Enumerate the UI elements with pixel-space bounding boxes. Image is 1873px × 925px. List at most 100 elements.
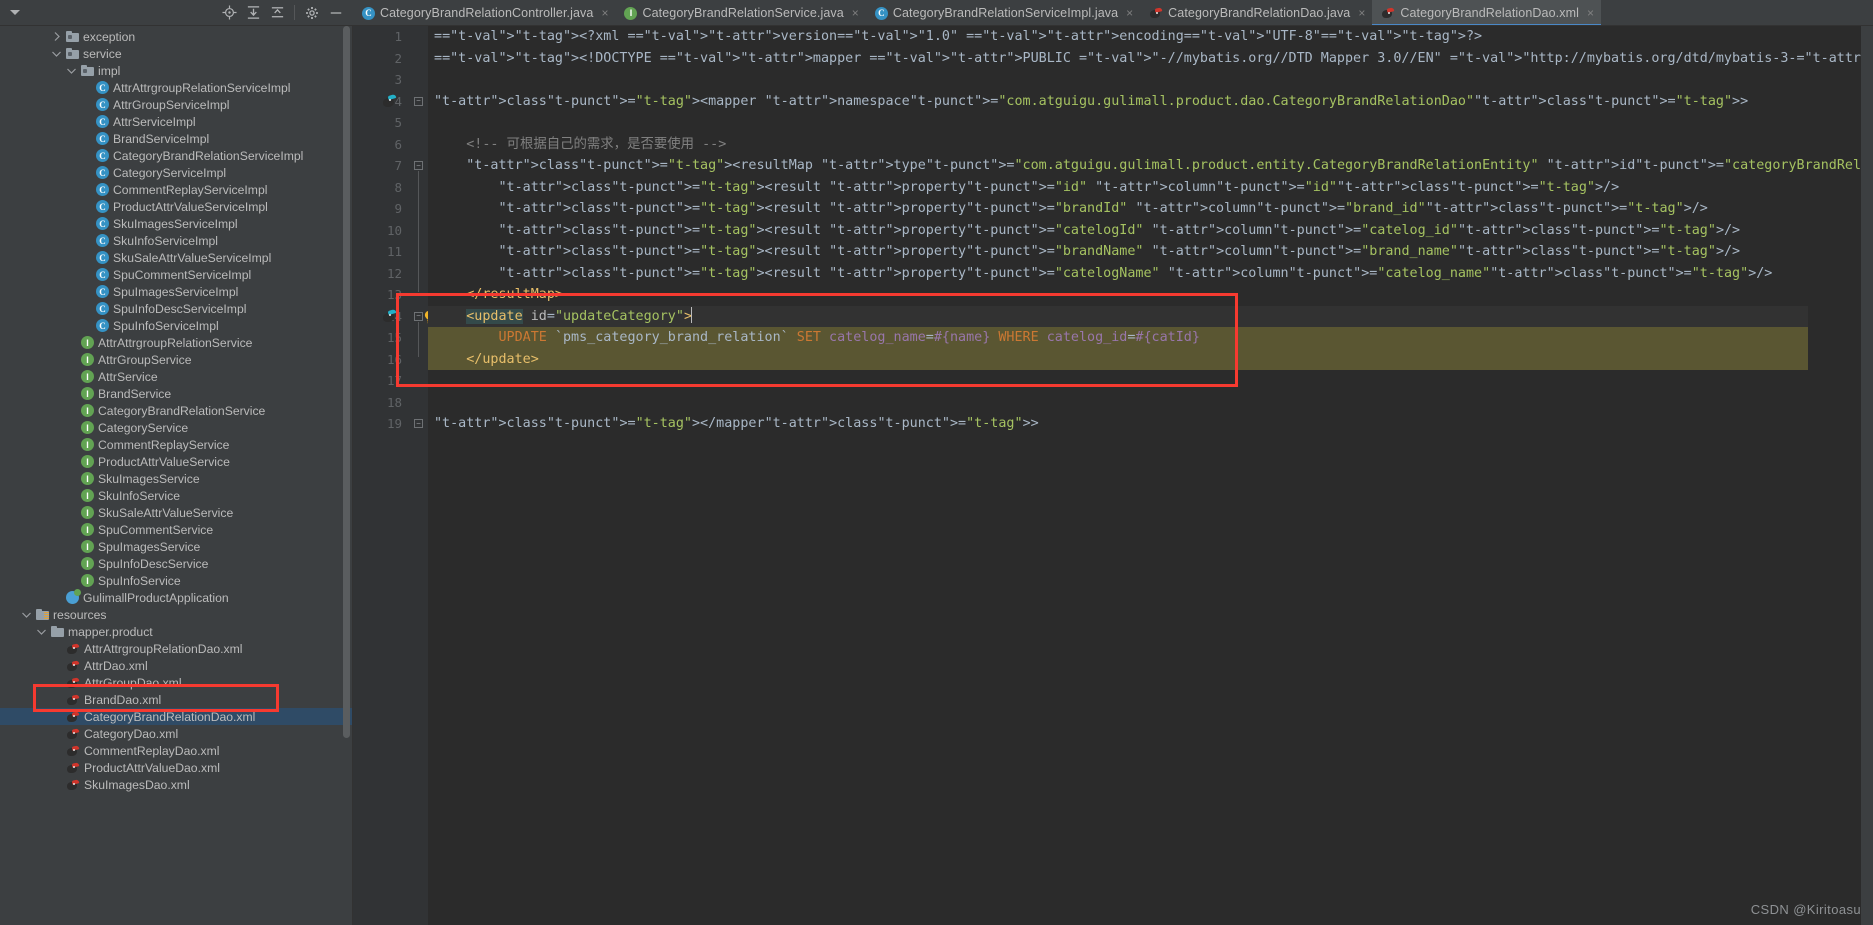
tree-node[interactable]: C AttrServiceImpl <box>0 113 352 130</box>
tree-node[interactable]: I CategoryService <box>0 419 352 436</box>
project-tree[interactable]: exception service impl C AttrAttrgroupRelati… <box>0 26 353 925</box>
editor-code-area[interactable]: =="t-val">"t-tag"><?xml =="t-val">"t-att… <box>428 26 1861 925</box>
tree-node[interactable]: C SkuSaleAttrValueServiceImpl <box>0 249 352 266</box>
project-tree-scrollbar[interactable] <box>343 26 350 738</box>
editor-fold-column[interactable]: − − − − <box>410 26 435 925</box>
chevron-right-icon[interactable] <box>51 32 62 41</box>
code-line-15[interactable]: UPDATE `pms_category_brand_relation` SET… <box>428 327 1808 349</box>
tree-node[interactable]: service <box>0 45 352 62</box>
tree-node[interactable]: C SpuImagesServiceImpl <box>0 283 352 300</box>
code-line-17[interactable] <box>428 370 1861 392</box>
hide-window-icon[interactable] <box>325 2 347 24</box>
tree-node[interactable]: GulimallProductApplication <box>0 589 352 606</box>
chevron-down-icon[interactable] <box>51 51 62 57</box>
editor-tab-categorybrandrelationserviceimpl-java[interactable]: C CategoryBrandRelationServiceImpl.java × <box>866 0 1140 25</box>
editor-gutter[interactable]: 1 2 3 4 5 6 7 8 9 10 11 12 13 14 15 16 17 18 19 <box>353 26 410 925</box>
code-line-8[interactable]: "t-attr">class"t-punct">="t-tag"><result… <box>428 177 1861 199</box>
tree-node-selected[interactable]: CategoryBrandRelationDao.xml <box>0 708 352 725</box>
mybatis-statement-gutter-icon[interactable] <box>381 308 397 325</box>
tree-node[interactable]: I SkuInfoService <box>0 487 352 504</box>
tree-node[interactable]: BrandDao.xml <box>0 691 352 708</box>
tree-node[interactable]: I SkuImagesService <box>0 470 352 487</box>
code-line-14[interactable]: <update id="updateCategory"> <box>428 305 1808 327</box>
editor-tab-categorybrandrelationdao-java[interactable]: CategoryBrandRelationDao.java × <box>1140 0 1372 25</box>
expand-all-icon[interactable] <box>242 2 264 24</box>
tree-node[interactable]: I CategoryBrandRelationService <box>0 402 352 419</box>
code-line-18[interactable] <box>428 392 1861 414</box>
code-line-1[interactable]: =="t-val">"t-tag"><?xml =="t-val">"t-att… <box>428 26 1861 48</box>
tree-node[interactable]: mapper.product <box>0 623 352 640</box>
interface-icon: I <box>624 6 638 20</box>
close-icon[interactable]: × <box>1358 6 1365 20</box>
fold-marker-mapper[interactable]: − <box>414 96 423 106</box>
chevron-down-icon[interactable] <box>66 68 77 74</box>
tree-node[interactable]: AttrDao.xml <box>0 657 352 674</box>
fold-marker-resultmap[interactable]: − <box>414 161 423 170</box>
locate-file-icon[interactable] <box>218 2 240 24</box>
tree-node[interactable]: SkuImagesDao.xml <box>0 776 352 793</box>
tree-node[interactable]: C AttrGroupServiceImpl <box>0 96 352 113</box>
chevron-down-icon[interactable] <box>21 612 32 618</box>
editor-tab-categorybrandrelationdao-xml[interactable]: CategoryBrandRelationDao.xml × <box>1372 0 1601 25</box>
tree-node[interactable]: I AttrService <box>0 368 352 385</box>
tree-node[interactable]: I SpuImagesService <box>0 538 352 555</box>
tree-node[interactable]: AttrGroupDao.xml <box>0 674 352 691</box>
tree-node[interactable]: I ProductAttrValueService <box>0 453 352 470</box>
tree-node[interactable]: exception <box>0 28 352 45</box>
tree-node[interactable]: I BrandService <box>0 385 352 402</box>
editor[interactable]: 1 2 3 4 5 6 7 8 9 10 11 12 13 14 15 16 17 18 19 − − − − =="t-… <box>353 26 1873 925</box>
tree-node[interactable]: I SkuSaleAttrValueService <box>0 504 352 521</box>
mybatis-mapper-gutter-icon[interactable] <box>381 93 397 110</box>
code-line-4[interactable]: "t-attr">class"t-punct">="t-tag"><mapper… <box>428 91 1861 113</box>
collapse-all-icon[interactable] <box>266 2 288 24</box>
code-line-9[interactable]: "t-attr">class"t-punct">="t-tag"><result… <box>428 198 1861 220</box>
code-line-13[interactable]: </resultMap> <box>428 284 1861 306</box>
code-line-19[interactable]: "t-attr">class"t-punct">="t-tag"></mappe… <box>428 413 1861 435</box>
tree-node[interactable]: C BrandServiceImpl <box>0 130 352 147</box>
tree-node[interactable]: ProductAttrValueDao.xml <box>0 759 352 776</box>
tree-node[interactable]: C ProductAttrValueServiceImpl <box>0 198 352 215</box>
code-line-3[interactable] <box>428 69 1861 91</box>
tree-node[interactable]: C SpuInfoServiceImpl <box>0 317 352 334</box>
code-line-11[interactable]: "t-attr">class"t-punct">="t-tag"><result… <box>428 241 1861 263</box>
close-icon[interactable]: × <box>1126 6 1133 20</box>
code-line-5[interactable] <box>428 112 1861 134</box>
tree-node[interactable]: I SpuInfoService <box>0 572 352 589</box>
tree-node[interactable]: I SpuInfoDescService <box>0 555 352 572</box>
tree-node[interactable]: CategoryDao.xml <box>0 725 352 742</box>
code-line-12[interactable]: "t-attr">class"t-punct">="t-tag"><result… <box>428 263 1861 285</box>
tree-node[interactable]: C SkuInfoServiceImpl <box>0 232 352 249</box>
tree-node[interactable]: C SpuInfoDescServiceImpl <box>0 300 352 317</box>
code-line-2[interactable]: =="t-val">"t-tag"><!DOCTYPE =="t-val">"t… <box>428 48 1861 70</box>
code-line-16[interactable]: </update> <box>428 348 1808 370</box>
code-line-10[interactable]: "t-attr">class"t-punct">="t-tag"><result… <box>428 220 1861 242</box>
chevron-down-icon[interactable] <box>8 6 22 20</box>
chevron-down-icon[interactable] <box>36 629 47 635</box>
editor-tab-categorybrandrelationservice-java[interactable]: I CategoryBrandRelationService.java × <box>615 0 865 25</box>
tree-node[interactable]: I SpuCommentService <box>0 521 352 538</box>
tree-node[interactable]: C AttrAttrgroupRelationServiceImpl <box>0 79 352 96</box>
tree-node-label: SkuSaleAttrValueServiceImpl <box>113 250 272 265</box>
code-line-7[interactable]: "t-attr">class"t-punct">="t-tag"><result… <box>428 155 1861 177</box>
close-icon[interactable]: × <box>852 6 859 20</box>
tree-node[interactable]: impl <box>0 62 352 79</box>
tree-node[interactable]: C SpuCommentServiceImpl <box>0 266 352 283</box>
fold-marker-update[interactable]: − <box>414 311 423 321</box>
tree-node[interactable]: I AttrAttrgroupRelationService <box>0 334 352 351</box>
tree-node[interactable]: C CommentReplayServiceImpl <box>0 181 352 198</box>
tree-node[interactable]: CommentReplayDao.xml <box>0 742 352 759</box>
code-line-6[interactable]: <!-- 可根据自己的需求，是否要使用 --> <box>428 134 1861 156</box>
close-icon[interactable]: × <box>601 6 608 20</box>
tree-node[interactable]: AttrAttrgroupRelationDao.xml <box>0 640 352 657</box>
tree-node[interactable]: C CategoryServiceImpl <box>0 164 352 181</box>
tree-node[interactable]: I AttrGroupService <box>0 351 352 368</box>
tree-node[interactable]: C SkuImagesServiceImpl <box>0 215 352 232</box>
fold-marker-mapper-end[interactable]: − <box>414 419 423 428</box>
editor-tab-categorybrandrelationcontroller-java[interactable]: C CategoryBrandRelationController.java × <box>353 0 615 25</box>
tree-node[interactable]: C CategoryBrandRelationServiceImpl <box>0 147 352 164</box>
close-icon[interactable]: × <box>1587 6 1594 20</box>
tree-node[interactable]: I CommentReplayService <box>0 436 352 453</box>
gear-icon[interactable] <box>301 2 323 24</box>
tree-node[interactable]: resources <box>0 606 352 623</box>
editor-marker-bar[interactable] <box>1861 26 1873 925</box>
